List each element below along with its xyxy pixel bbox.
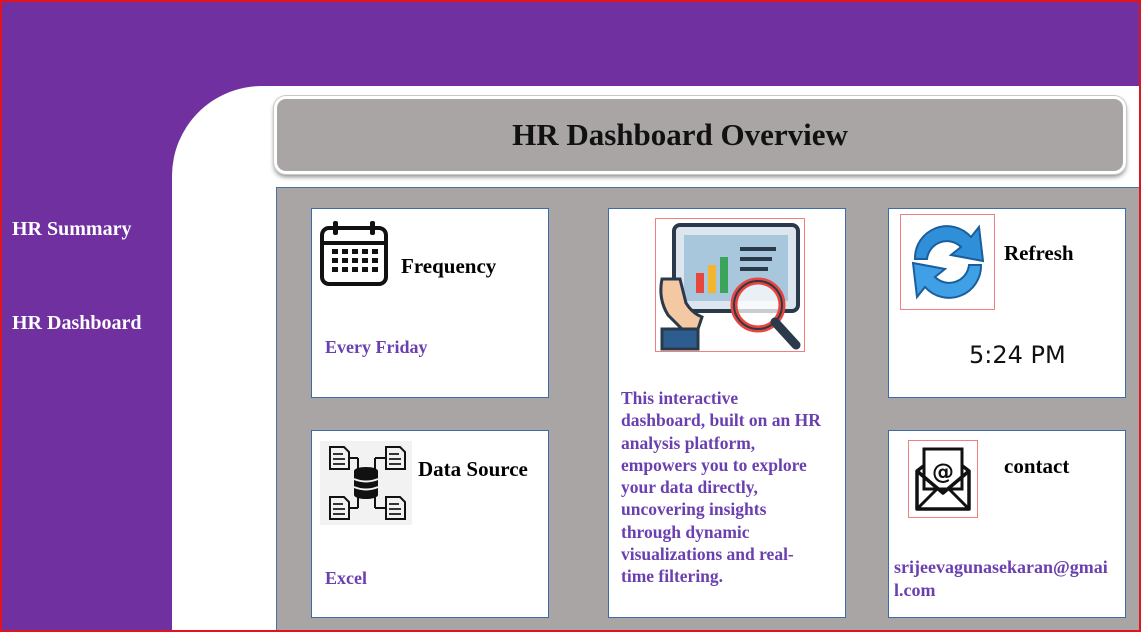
sidebar-item-hr-summary[interactable]: HR Summary bbox=[12, 218, 131, 241]
contact-card: @ contact srijeevagunasekaran@gmail.com bbox=[888, 430, 1126, 618]
sidebar-item-hr-dashboard[interactable]: HR Dashboard bbox=[12, 312, 141, 335]
contact-email[interactable]: srijeevagunasekaran@gmail.com bbox=[894, 556, 1114, 602]
frequency-card: Frequency Every Friday bbox=[311, 208, 549, 398]
email-envelope-icon: @ bbox=[908, 440, 978, 518]
calendar-icon bbox=[318, 219, 390, 289]
refresh-card: Refresh 5:24 PM bbox=[888, 208, 1126, 398]
database-network-icon bbox=[320, 441, 412, 525]
contact-title: contact bbox=[1004, 454, 1070, 478]
frequency-value: Every Friday bbox=[325, 337, 428, 357]
data-source-value: Excel bbox=[325, 568, 367, 588]
refresh-time: 5:24 PM bbox=[969, 341, 1066, 369]
header-banner: HR Dashboard Overview bbox=[274, 96, 1126, 174]
svg-text:@: @ bbox=[932, 460, 954, 485]
refresh-arrows-icon[interactable] bbox=[900, 214, 995, 310]
frequency-title: Frequency bbox=[401, 254, 497, 278]
page-title: HR Dashboard Overview bbox=[512, 117, 848, 152]
data-source-title: Data Source bbox=[418, 457, 528, 481]
dashboard-description: This interactive dashboard, built on an … bbox=[621, 388, 821, 587]
data-source-card: Data Source Excel bbox=[311, 430, 549, 618]
description-card: This interactive dashboard, built on an … bbox=[608, 208, 846, 618]
analytics-magnifier-icon bbox=[655, 218, 805, 352]
refresh-title: Refresh bbox=[1004, 241, 1074, 265]
